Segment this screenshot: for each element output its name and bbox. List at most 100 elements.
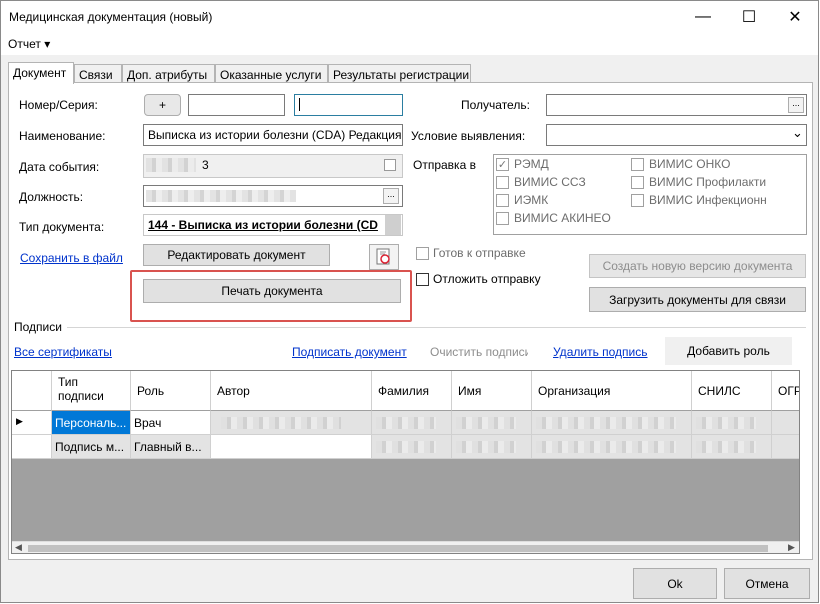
cell-last-name[interactable] <box>372 435 452 459</box>
col-first-name[interactable]: Имя <box>452 371 532 411</box>
checkbox-vimis-ssz[interactable] <box>496 176 509 189</box>
highlight-frame <box>130 270 412 322</box>
sign-document-link[interactable]: Подписать документ <box>292 345 407 359</box>
scroll-thumb[interactable] <box>28 545 768 552</box>
row-header[interactable] <box>12 435 52 459</box>
checkbox-iemk-label: ИЭМК <box>514 193 549 207</box>
signatures-group-label: Подписи <box>14 320 62 334</box>
tab-extra-attributes[interactable]: Доп. атрибуты <box>122 64 215 83</box>
chevron-down-icon[interactable]: ⌄ <box>792 125 803 141</box>
scroll-right-icon[interactable]: ▶ <box>788 542 795 553</box>
calendar-icon[interactable] <box>384 159 396 171</box>
tab-document[interactable]: Документ <box>8 62 74 84</box>
tab-services[interactable]: Оказанные услуги <box>215 64 328 83</box>
cell-ogr[interactable] <box>772 435 799 459</box>
condition-label: Условие выявления: <box>411 129 526 143</box>
col-author[interactable]: Автор <box>211 371 372 411</box>
checkbox-vimis-akineo-label: ВИМИС АКИНЕО <box>514 211 611 225</box>
redacted-date <box>146 158 196 172</box>
tab-registration-results[interactable]: Результаты регистрации <box>328 64 471 83</box>
recipient-input[interactable] <box>546 94 807 116</box>
doc-type-scroll <box>385 215 401 235</box>
col-last-name[interactable]: Фамилия <box>372 371 452 411</box>
checkbox-vimis-onko[interactable] <box>631 158 644 171</box>
send-to-label: Отправка в <box>413 158 476 172</box>
cell-organization[interactable] <box>532 435 692 459</box>
checkbox-vimis-infect[interactable] <box>631 194 644 207</box>
close-button[interactable]: ✕ <box>772 1 818 33</box>
name-input[interactable]: Выписка из истории болезни (CDA) Редакци… <box>143 124 403 146</box>
col-signature-type[interactable]: Тип подписи <box>52 371 131 411</box>
signatures-table: Тип подписи Роль Автор Фамилия Имя Орган… <box>11 370 800 554</box>
menu-report[interactable]: Отчет ▾ <box>8 37 50 51</box>
pdf-export-icon[interactable] <box>369 244 399 270</box>
doc-type-label: Тип документа: <box>19 220 105 234</box>
cell-author[interactable] <box>211 411 372 435</box>
postpone-send-label: Отложить отправку <box>433 272 541 286</box>
col-snils[interactable]: СНИЛС <box>692 371 772 411</box>
group-divider <box>67 327 806 328</box>
cell-snils[interactable] <box>692 411 772 435</box>
checkbox-remd-label: РЭМД <box>514 157 549 171</box>
checkbox-vimis-infect-label: ВИМИС Инфекционн <box>649 193 767 207</box>
horizontal-scrollbar[interactable]: ◀ ▶ <box>12 541 799 553</box>
edit-document-button[interactable]: Редактировать документ <box>143 244 330 266</box>
col-organization[interactable]: Организация <box>532 371 692 411</box>
name-label: Наименование: <box>19 129 106 143</box>
add-role-button[interactable]: Добавить роль <box>665 337 792 365</box>
clear-signatures-link[interactable]: Очистить подписи <box>430 345 528 359</box>
cell-last-name[interactable] <box>372 411 452 435</box>
all-certificates-link[interactable]: Все сертификаты <box>14 345 112 359</box>
recipient-label: Получатель: <box>461 98 530 112</box>
dialog-window: Медицинская документация (новый) — ☐ ✕ О… <box>0 0 819 603</box>
maximize-button[interactable]: ☐ <box>726 1 772 33</box>
load-documents-button[interactable]: Загрузить документы для связи <box>589 287 806 312</box>
checkbox-iemk[interactable] <box>496 194 509 207</box>
recipient-lookup-icon[interactable]: ... <box>788 97 804 113</box>
window-title: Медицинская документация (новый) <box>9 10 213 24</box>
doc-type-input[interactable]: 144 - Выписка из истории болезни (CD <box>143 214 403 236</box>
ok-button[interactable]: Ok <box>633 568 717 599</box>
checkbox-vimis-prof-label: ВИМИС Профилакти <box>649 175 767 189</box>
redacted-position <box>146 190 296 202</box>
checkbox-vimis-akineo[interactable] <box>496 212 509 225</box>
cell-ogr[interactable] <box>772 411 799 435</box>
col-role[interactable]: Роль <box>131 371 211 411</box>
create-new-version-button[interactable]: Создать новую версию документа <box>589 254 806 278</box>
row-indicator-icon[interactable]: ▶ <box>12 411 52 435</box>
tab-links[interactable]: Связи <box>74 64 122 83</box>
cell-snils[interactable] <box>692 435 772 459</box>
position-lookup-icon[interactable]: ... <box>383 188 399 204</box>
checkbox-remd[interactable]: ✓ <box>496 158 509 171</box>
ready-to-send-label: Готов к отправке <box>433 246 526 260</box>
number-label: Номер/Серия: <box>19 98 98 112</box>
title-bar: Медицинская документация (новый) — ☐ ✕ <box>1 1 818 33</box>
condition-select[interactable] <box>546 124 807 146</box>
position-label: Должность: <box>19 190 84 204</box>
checkbox-postpone-send[interactable] <box>416 273 429 286</box>
cell-organization[interactable] <box>532 411 692 435</box>
cell-first-name[interactable] <box>452 411 532 435</box>
number-input[interactable] <box>188 94 285 116</box>
delete-signature-link[interactable]: Удалить подпись <box>553 345 648 359</box>
cell-author[interactable] <box>211 435 372 459</box>
col-ogr[interactable]: ОГР <box>772 371 799 411</box>
checkbox-ready-to-send[interactable] <box>416 247 429 260</box>
minimize-button[interactable]: — <box>680 1 726 33</box>
series-input[interactable] <box>294 94 403 116</box>
cell-role[interactable]: Врач <box>131 411 211 435</box>
menu-bar: Отчет ▾ <box>1 33 818 55</box>
event-date-label: Дата события: <box>19 160 100 174</box>
scroll-left-icon[interactable]: ◀ <box>15 542 22 553</box>
cell-signature-type[interactable]: Персональ... <box>52 411 131 435</box>
cell-role[interactable]: Главный в... <box>131 435 211 459</box>
checkbox-vimis-prof[interactable] <box>631 176 644 189</box>
save-to-file-link[interactable]: Сохранить в файл <box>20 251 123 265</box>
cell-first-name[interactable] <box>452 435 532 459</box>
cancel-button[interactable]: Отмена <box>724 568 810 599</box>
checkbox-vimis-onko-label: ВИМИС ОНКО <box>649 157 731 171</box>
add-number-button[interactable]: + <box>144 94 181 116</box>
checkbox-vimis-ssz-label: ВИМИС ССЗ <box>514 175 586 189</box>
row-header-col <box>12 371 52 411</box>
cell-signature-type[interactable]: Подпись м... <box>52 435 131 459</box>
